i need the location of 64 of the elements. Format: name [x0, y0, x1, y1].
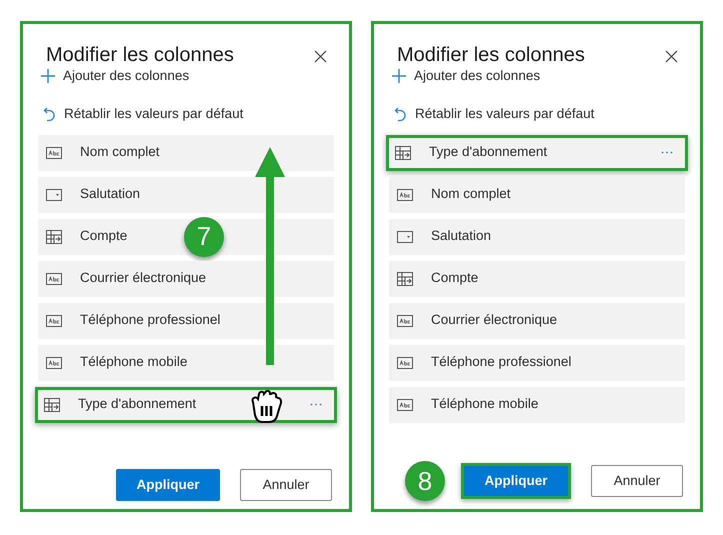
table-lookup-icon: [44, 398, 60, 412]
column-item[interactable]: Téléphone professionel: [38, 302, 334, 338]
plus-icon: [40, 68, 56, 84]
column-item[interactable]: Compte 7: [38, 218, 334, 254]
column-item[interactable]: Type d'abonnement: [386, 134, 688, 170]
column-name: Téléphone mobile: [431, 395, 538, 414]
more-icon[interactable]: [661, 151, 673, 154]
column-item[interactable]: Salutation: [38, 176, 334, 212]
column-name: Téléphone mobile: [80, 353, 188, 372]
reset-defaults-link[interactable]: Rétablir les valeurs par défaut: [38, 104, 244, 124]
close-button[interactable]: [312, 48, 328, 64]
column-name: Salutation: [431, 227, 492, 246]
cancel-button[interactable]: Annuler: [240, 469, 332, 501]
column-item[interactable]: Téléphone mobile: [38, 344, 334, 380]
column-item[interactable]: Téléphone professionel: [389, 344, 685, 380]
text-field-icon: [397, 398, 413, 410]
column-name: Courrier électronique: [80, 269, 206, 288]
table-lookup-icon: [46, 230, 62, 244]
column-item[interactable]: Salutation: [389, 218, 685, 254]
step-badge: 8: [405, 461, 445, 501]
more-icon[interactable]: [310, 403, 322, 406]
step-badge: 7: [184, 216, 224, 256]
dropdown-field-icon: [397, 230, 413, 242]
text-field-icon: [397, 188, 413, 200]
text-field-icon: [46, 146, 62, 158]
column-name: Compte: [80, 227, 128, 246]
close-icon: [314, 50, 326, 62]
add-columns-link[interactable]: Ajouter des colonnes: [389, 66, 540, 86]
column-item[interactable]: Téléphone mobile: [389, 386, 685, 422]
column-name: Compte: [431, 269, 478, 288]
column-name: Téléphone professionel: [431, 353, 572, 372]
close-button[interactable]: [663, 48, 679, 64]
column-item[interactable]: Nom complet: [38, 134, 334, 170]
add-columns-link[interactable]: Ajouter des colonnes: [38, 66, 190, 86]
column-item[interactable]: Type d'abonnement: [35, 386, 337, 422]
undo-icon: [43, 106, 56, 122]
column-item[interactable]: Nom complet: [389, 176, 685, 212]
apply-button[interactable]: Appliquer: [461, 463, 571, 499]
column-name: Courrier électronique: [431, 311, 558, 330]
reset-defaults-link[interactable]: Rétablir les valeurs par défaut: [389, 104, 594, 124]
panel-title: Modifier les colonnes: [46, 43, 234, 68]
column-name: Téléphone professionel: [80, 311, 220, 330]
column-name: Nom complet: [80, 143, 160, 162]
column-name: Type d'abonnement: [429, 143, 548, 162]
table-lookup-icon: [397, 272, 413, 286]
table-lookup-icon: [395, 146, 411, 160]
text-field-icon: [397, 356, 413, 368]
text-field-icon: [46, 314, 62, 326]
undo-icon: [394, 106, 407, 122]
plus-icon: [391, 68, 407, 84]
column-name: Salutation: [80, 185, 140, 204]
panel-title: Modifier les colonnes: [397, 43, 585, 68]
text-field-icon: [46, 272, 62, 284]
text-field-icon: [397, 314, 413, 326]
column-name: Nom complet: [431, 185, 511, 204]
column-item[interactable]: Courrier électronique: [38, 260, 334, 296]
column-item[interactable]: Courrier électronique: [389, 302, 685, 338]
column-name: Type d'abonnement: [78, 395, 196, 414]
column-item[interactable]: Compte: [389, 260, 685, 296]
apply-button[interactable]: Appliquer: [116, 469, 220, 501]
dropdown-field-icon: [46, 188, 62, 200]
cancel-button[interactable]: Annuler: [591, 465, 683, 497]
close-icon: [664, 50, 678, 62]
text-field-icon: [46, 356, 62, 368]
